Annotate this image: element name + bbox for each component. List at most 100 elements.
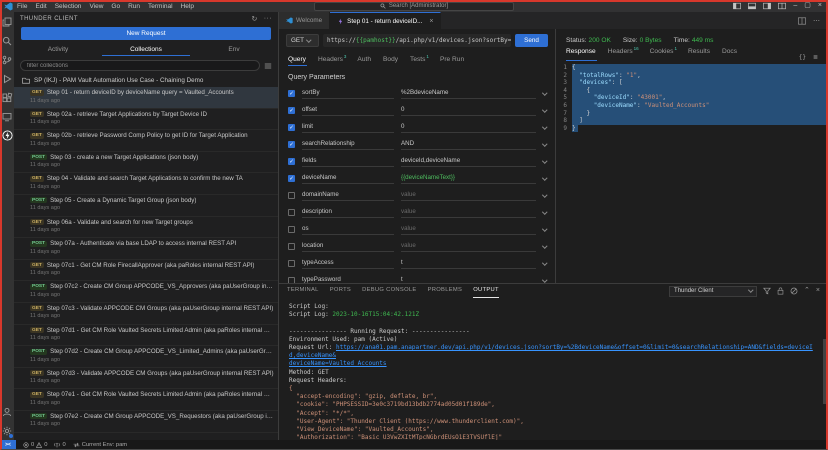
- sidebar-tab[interactable]: Env: [190, 43, 278, 56]
- request-list-item[interactable]: GET Step 02a - retrieve Target Applicati…: [14, 109, 278, 131]
- request-list-item[interactable]: POST Step 07e2 - Create CM Group APPCODE…: [14, 411, 278, 433]
- request-list-item[interactable]: POST Step 07d2 - Create CM Group APPCODE…: [14, 346, 278, 368]
- sidebar-tab[interactable]: Collections: [102, 43, 190, 56]
- parameter-name-field[interactable]: sortBy: [302, 89, 394, 99]
- new-request-button[interactable]: New Request: [21, 27, 271, 40]
- parameter-name-field[interactable]: deviceName: [302, 174, 394, 184]
- request-list-item[interactable]: GET Step 07e1 - Get CM Role Vaulted Secr…: [14, 389, 278, 411]
- menu-item[interactable]: Go: [111, 3, 120, 10]
- tab-close-icon[interactable]: ×: [429, 18, 433, 25]
- response-tab[interactable]: Results: [688, 46, 711, 61]
- chevron-down-icon[interactable]: [542, 260, 547, 265]
- activity-thunder-client[interactable]: [0, 126, 14, 145]
- parameter-name-field[interactable]: typeAccess: [302, 259, 394, 269]
- panel-tab[interactable]: PROBLEMS: [428, 284, 463, 298]
- activity-source-control[interactable]: [0, 50, 14, 69]
- filter-icon[interactable]: [763, 287, 771, 295]
- parameter-value-field[interactable]: t: [401, 259, 536, 269]
- more-actions-icon[interactable]: ···: [264, 15, 272, 23]
- request-tab[interactable]: Tests1: [410, 54, 429, 66]
- parameter-value-field[interactable]: %2BdeviceName: [401, 89, 536, 99]
- url-input[interactable]: https://{{pamhost}}/api.php/v1/devices.j…: [323, 34, 511, 47]
- activity-run-debug[interactable]: [0, 69, 14, 88]
- menu-item[interactable]: File: [17, 3, 27, 10]
- toggle-secondary-sidebar-icon[interactable]: [763, 2, 771, 10]
- refresh-icon[interactable]: ↻: [252, 15, 258, 23]
- parameter-name-field[interactable]: fields: [302, 157, 394, 167]
- split-editor-icon[interactable]: [798, 17, 806, 25]
- lock-icon[interactable]: [777, 287, 784, 295]
- chevron-down-icon[interactable]: [542, 158, 547, 163]
- close-panel-icon[interactable]: ×: [816, 286, 820, 296]
- remote-indicator[interactable]: ><: [0, 440, 16, 450]
- parameter-checkbox[interactable]: ✓: [288, 209, 295, 216]
- parameter-checkbox[interactable]: ✓: [288, 260, 295, 267]
- chevron-down-icon[interactable]: [542, 192, 547, 197]
- chevron-down-icon[interactable]: [542, 209, 547, 214]
- output-channel-select[interactable]: Thunder Client: [669, 286, 757, 297]
- parameter-value-field[interactable]: value: [401, 225, 536, 235]
- request-tab[interactable]: Headers3: [318, 54, 346, 66]
- request-list-item[interactable]: GET Step 06a - Validate and search for n…: [14, 217, 278, 239]
- request-list-item[interactable]: GET Step 02b - retrieve Password Comp Po…: [14, 130, 278, 152]
- customize-layout-icon[interactable]: [778, 2, 786, 10]
- sidebar-tab[interactable]: Activity: [14, 43, 102, 56]
- close-button[interactable]: ×: [818, 0, 822, 12]
- request-list-item[interactable]: POST Step 07a - Authenticate via base LD…: [14, 238, 278, 260]
- chevron-down-icon[interactable]: [542, 277, 547, 282]
- parameter-value-field[interactable]: value: [401, 208, 536, 218]
- ports-status[interactable]: 0: [54, 442, 65, 448]
- panel-tab[interactable]: TERMINAL: [287, 284, 319, 298]
- parameter-name-field[interactable]: domainName: [302, 191, 394, 201]
- parameter-checkbox[interactable]: ✓: [288, 192, 295, 199]
- word-wrap-icon[interactable]: ≣: [813, 54, 818, 61]
- thunder-env-status[interactable]: Current Env: pam: [73, 442, 127, 448]
- menu-item[interactable]: Run: [128, 3, 140, 10]
- request-tab[interactable]: Body: [383, 54, 399, 66]
- activity-settings[interactable]: [0, 421, 14, 440]
- parameter-checkbox[interactable]: ✓: [288, 107, 295, 114]
- parameter-value-field[interactable]: 0: [401, 123, 536, 133]
- parameter-value-field[interactable]: {{deviceNameText}}: [401, 174, 536, 184]
- parameter-name-field[interactable]: os: [302, 225, 394, 235]
- parameter-checkbox[interactable]: ✓: [288, 90, 295, 97]
- response-tab[interactable]: Headers16: [608, 46, 639, 61]
- collections-menu-icon[interactable]: [264, 62, 272, 70]
- parameter-name-field[interactable]: offset: [302, 106, 394, 116]
- activity-remote-explorer[interactable]: [0, 107, 14, 126]
- problems-status[interactable]: 0 0: [23, 442, 47, 448]
- response-tab[interactable]: Cookies1: [650, 46, 677, 61]
- activity-accounts[interactable]: [0, 402, 14, 421]
- scrollbar-thumb[interactable]: [823, 339, 827, 404]
- toggle-panel-icon[interactable]: [748, 2, 756, 10]
- activity-explorer[interactable]: [0, 12, 14, 31]
- chevron-down-icon[interactable]: [542, 124, 547, 129]
- chevron-down-icon[interactable]: [542, 175, 547, 180]
- send-button[interactable]: Send: [515, 34, 548, 47]
- parameter-checkbox[interactable]: ✓: [288, 226, 295, 233]
- maximize-panel-icon[interactable]: ⌃: [804, 286, 810, 296]
- chevron-down-icon[interactable]: [542, 107, 547, 112]
- parameter-value-field[interactable]: 0: [401, 106, 536, 116]
- parameter-name-field[interactable]: limit: [302, 123, 394, 133]
- request-tab[interactable]: Query: [288, 54, 307, 66]
- response-tab[interactable]: Docs: [722, 46, 738, 61]
- request-list-item[interactable]: GET Step 07c3 - Validate APPCODE CM Grou…: [14, 303, 278, 325]
- method-dropdown[interactable]: GET: [286, 34, 319, 47]
- parameter-name-field[interactable]: description: [302, 208, 394, 218]
- chevron-down-icon[interactable]: [542, 226, 547, 231]
- parameter-name-field[interactable]: searchRelationship: [302, 140, 394, 150]
- parameter-checkbox[interactable]: ✓: [288, 243, 295, 250]
- request-list-item[interactable]: POST Step 03 - create a new Target Appli…: [14, 152, 278, 174]
- clear-output-icon[interactable]: [790, 287, 798, 295]
- command-center-search[interactable]: Search [Administrator]: [314, 2, 514, 11]
- activity-extensions[interactable]: [0, 88, 14, 107]
- request-list-item[interactable]: POST Step 07c2 - Create CM Group APPCODE…: [14, 281, 278, 303]
- request-list-item[interactable]: GET Step 07d3 - Validate APPCODE CM Grou…: [14, 368, 278, 390]
- parameter-value-field[interactable]: AND: [401, 140, 536, 150]
- menu-item[interactable]: View: [89, 3, 103, 10]
- parameter-name-field[interactable]: typePassword: [302, 276, 394, 284]
- request-list-item[interactable]: GET Step 04 - Validate and search Target…: [14, 173, 278, 195]
- minimize-button[interactable]: –: [793, 0, 797, 12]
- tab-welcome[interactable]: Welcome: [279, 12, 330, 29]
